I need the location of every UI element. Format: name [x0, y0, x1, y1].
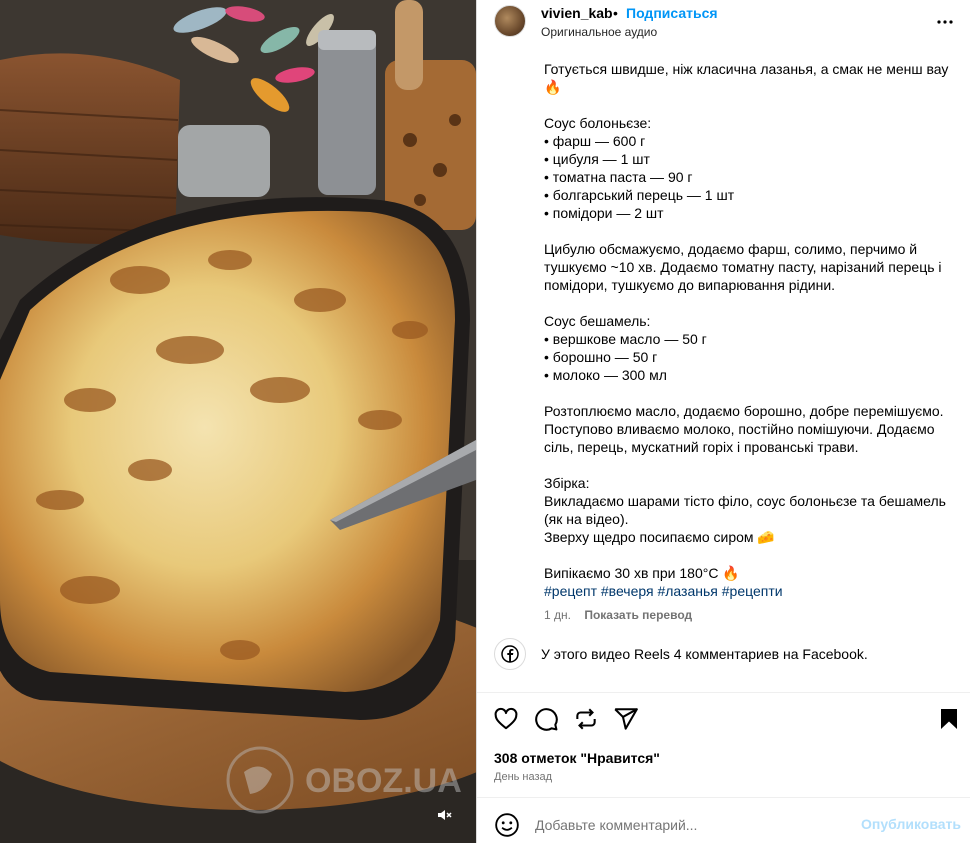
emoji-icon[interactable]: [494, 812, 520, 838]
comment-input[interactable]: [533, 816, 837, 834]
hashtags: #рецепт #вечеря #лазанья #рецепти: [544, 582, 959, 600]
caption-meta: 1 дн. Показать перевод: [544, 606, 959, 624]
caption-line: 🔥: [544, 79, 562, 95]
avatar[interactable]: [494, 5, 526, 37]
hashtag-link[interactable]: #лазанья: [657, 583, 717, 599]
lasagna-photo: [0, 0, 476, 843]
translate-button[interactable]: Показать перевод: [584, 608, 692, 622]
caption-line: Збірка:: [544, 475, 590, 491]
caption-line: • помідори — 2 шт: [544, 205, 664, 221]
username[interactable]: vivien_kab: [541, 5, 613, 21]
caption-line: Готується швидше, ніж класична лазанья, …: [544, 61, 949, 77]
caption-line: • борошно — 50 г: [544, 349, 658, 365]
facebook-comments-note: У этого видео Reels 4 комментариев на Fa…: [494, 638, 954, 670]
caption-line: Соус бешамель:: [544, 313, 651, 329]
separator-dot: •: [613, 5, 618, 21]
facebook-comments-text: У этого видео Reels 4 комментариев на Fa…: [541, 646, 868, 662]
caption-text: Готується швидше, ніж класична лазанья, …: [544, 60, 959, 582]
caption-line: Розтоплюємо масло, додаємо борошно, добр…: [544, 403, 944, 455]
caption-line: [544, 384, 959, 402]
share-icon[interactable]: [613, 706, 641, 734]
bookmark-icon[interactable]: [937, 706, 965, 734]
caption-line: • цибуля — 1 шт: [544, 151, 650, 167]
caption-line: Викладаємо шарами тісто філо, соус болон…: [544, 493, 946, 527]
hashtag-link[interactable]: #рецепти: [722, 583, 783, 599]
caption-line: • фарш — 600 г: [544, 133, 646, 149]
post-caption: Готується швидше, ніж класична лазанья, …: [544, 60, 959, 624]
caption-line: [544, 456, 959, 474]
divider: [477, 692, 970, 693]
caption-line: [544, 294, 959, 312]
caption-line: [544, 222, 959, 240]
follow-button[interactable]: Подписаться: [626, 5, 718, 21]
post-time[interactable]: 1 дн.: [544, 608, 571, 622]
caption-line: • томатна паста — 90 г: [544, 169, 693, 185]
hashtag-link[interactable]: #рецепт: [544, 583, 597, 599]
post-video[interactable]: [0, 0, 476, 843]
divider: [477, 797, 970, 798]
caption-line: [544, 546, 959, 564]
caption-line: [544, 96, 959, 114]
publish-button[interactable]: Опубликовать: [861, 816, 961, 832]
caption-line: • болгарський перець — 1 шт: [544, 187, 735, 203]
repost-icon[interactable]: [573, 706, 601, 734]
caption-line: Соус болоньєзе:: [544, 115, 652, 131]
post-sidebar: vivien_kab • Подписаться Оригинальное ау…: [476, 0, 970, 843]
caption-line: Цибулю обсмажуємо, додаємо фарш, солимо,…: [544, 241, 942, 293]
comment-bar: Опубликовать: [477, 808, 970, 840]
like-count[interactable]: 308 отметок "Нравится": [494, 750, 660, 766]
caption-line: • молоко — 300 мл: [544, 367, 667, 383]
caption-line: • вершкове масло — 50 г: [544, 331, 707, 347]
hashtag-link[interactable]: #вечеря: [601, 583, 654, 599]
comment-icon[interactable]: [533, 706, 561, 734]
action-bar: [477, 706, 970, 734]
caption-line: Випікаємо 30 хв при 180°C 🔥: [544, 565, 740, 581]
watermark-text: OBOZ.UA: [305, 762, 462, 800]
posted-time: День назад: [494, 771, 553, 783]
caption-line: Зверху щедро посипаємо сиром 🧀: [544, 529, 775, 545]
post-header: vivien_kab • Подписаться Оригинальное ау…: [477, 0, 970, 44]
more-options-icon[interactable]: [933, 10, 957, 34]
oboz-watermark: OBOZ.UA: [226, 746, 462, 814]
facebook-icon: [494, 638, 526, 670]
heart-icon[interactable]: [493, 706, 521, 734]
audio-label[interactable]: Оригинальное аудио: [541, 25, 657, 39]
